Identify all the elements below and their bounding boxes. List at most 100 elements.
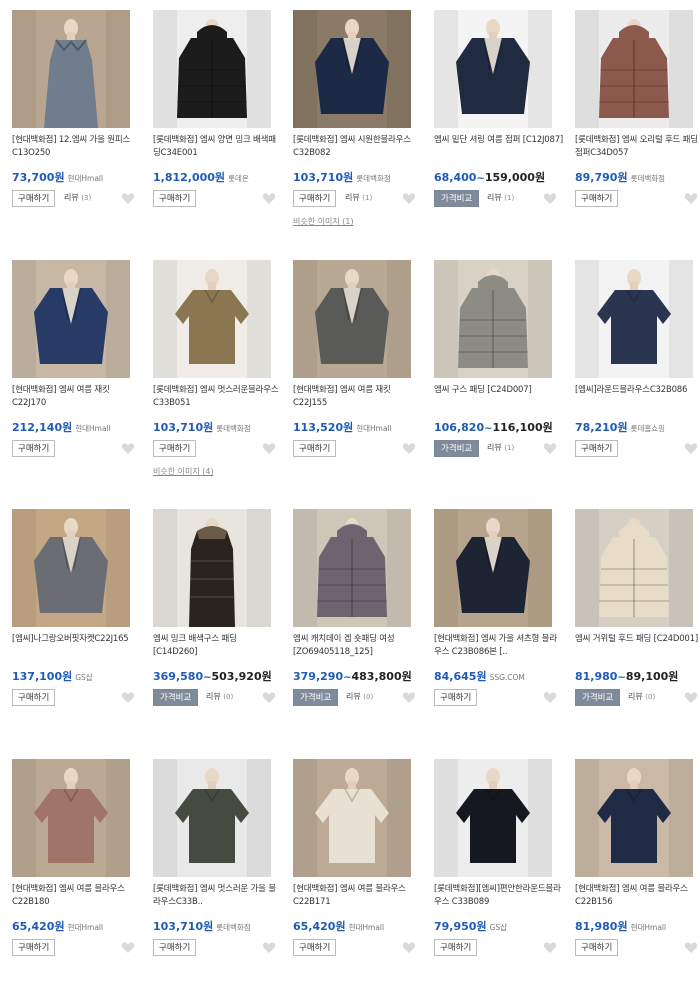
compare-price-button[interactable]: 가격비교 [293, 689, 339, 706]
product-image[interactable] [12, 759, 130, 877]
product-image[interactable] [575, 509, 693, 627]
product-title[interactable]: [롯데백화점] 엠씨 오리털 후드 패딩점퍼C34D057 [575, 134, 700, 162]
buy-button[interactable]: 구매하기 [434, 939, 478, 956]
buy-button[interactable]: 구매하기 [434, 689, 478, 706]
product-card[interactable]: [현대백화점] 엠씨 여름 블라우스 C22B171 65,420원 현대Hmal… [293, 759, 423, 999]
product-card[interactable]: [현대백화점] 엠씨 여름 블라우스 C22B156 81,980원 현대Hmal… [575, 759, 700, 999]
product-image[interactable] [293, 10, 411, 128]
buy-button[interactable]: 구매하기 [12, 939, 56, 956]
product-image[interactable] [434, 10, 552, 128]
compare-price-button[interactable]: 가격비교 [153, 689, 199, 706]
product-title[interactable]: [현대백화점] 엠씨 여름 블라우스 C22B180 [12, 883, 142, 911]
heart-icon[interactable] [401, 939, 417, 955]
heart-icon[interactable] [261, 689, 277, 705]
heart-icon[interactable] [542, 689, 558, 705]
product-card[interactable]: [현대백화점] 12.엠씨 가을 원피스 C13O250 73,700원 현대Hm… [12, 10, 142, 250]
buy-button[interactable]: 구매하기 [293, 440, 337, 457]
review-link[interactable]: 리뷰 (1) [487, 192, 514, 203]
product-image[interactable] [12, 260, 130, 378]
product-card[interactable]: [엠씨]라운드블라우스C32B086 78,210원 롯데홈쇼핑 구매하기 [575, 260, 700, 500]
heart-icon[interactable] [683, 190, 699, 206]
compare-price-button[interactable]: 가격비교 [434, 440, 480, 457]
product-card[interactable]: 엠씨 캐치데이 겝 숏패딩 여성 [ZO69405118_125] 379,29… [293, 509, 423, 749]
product-card[interactable]: 엠씨 거위털 후드 패딩 [C24D001] 81,980~89,100원 가격… [575, 509, 700, 749]
review-link[interactable]: 리뷰 (3) [64, 192, 91, 203]
similar-images-link[interactable]: 비슷한 이미지 (4) [153, 466, 214, 477]
product-card[interactable]: [현대백화점] 엠씨 여름 블라우스 C22B180 65,420원 현대Hmal… [12, 759, 142, 999]
product-image[interactable] [434, 509, 552, 627]
heart-icon[interactable] [401, 190, 417, 206]
buy-button[interactable]: 구매하기 [12, 440, 56, 457]
heart-icon[interactable] [120, 440, 136, 456]
buy-button[interactable]: 구매하기 [153, 440, 197, 457]
product-title[interactable]: [현대백화점] 엠씨 가을 셔츠형 블라우스 C23B086본 [.. [434, 633, 564, 661]
product-title[interactable]: [롯데백화점] 엠씨 양면 밍크 배색패딩C34E001 [153, 134, 283, 162]
heart-icon[interactable] [683, 440, 699, 456]
product-image[interactable] [434, 759, 552, 877]
buy-button[interactable]: 구매하기 [575, 190, 619, 207]
buy-button[interactable]: 구매하기 [12, 689, 56, 706]
buy-button[interactable]: 구매하기 [575, 939, 619, 956]
product-image[interactable] [575, 759, 693, 877]
heart-icon[interactable] [542, 190, 558, 206]
product-image[interactable] [434, 260, 552, 378]
product-title[interactable]: 엠씨 밑단 셔링 여름 점퍼 [C12J087] [434, 134, 564, 162]
buy-button[interactable]: 구매하기 [12, 190, 56, 207]
review-link[interactable]: 리뷰 (1) [487, 442, 514, 453]
review-link[interactable]: 리뷰 (0) [206, 691, 233, 702]
product-image[interactable] [12, 10, 130, 128]
product-card[interactable]: [롯데백화점] 엠씨 오리털 후드 패딩점퍼C34D057 89,790원 롯데백… [575, 10, 700, 250]
product-title[interactable]: [롯데백화점] 엠씨 시원한블라우스C32B082 [293, 134, 423, 162]
product-title[interactable]: [현대백화점] 엠씨 여름 블라우스 C22B156 [575, 883, 700, 911]
product-card[interactable]: 엠씨 밍크 배색구스 패딩 [C14D260] 369,580~503,920원… [153, 509, 283, 749]
product-card[interactable]: [롯데백화점] 엠씨 양면 밍크 배색패딩C34E001 1,812,000원 롯… [153, 10, 283, 250]
product-image[interactable] [575, 10, 693, 128]
product-card[interactable]: [현대백화점] 엠씨 여름 재킷 C22J155 113,520원 현대Hmall… [293, 260, 423, 500]
product-card[interactable]: 엠씨 구스 패딩 [C24D007] 106,820~116,100원 가격비교… [434, 260, 564, 500]
product-image[interactable] [293, 260, 411, 378]
product-image[interactable] [293, 759, 411, 877]
product-image[interactable] [293, 509, 411, 627]
buy-button[interactable]: 구매하기 [293, 939, 337, 956]
heart-icon[interactable] [401, 689, 417, 705]
product-card[interactable]: [롯데백화점] 엠씨 멋스러운 가을 블라우스C33B.. 103,710원 롯데… [153, 759, 283, 999]
product-title[interactable]: 엠씨 캐치데이 겝 숏패딩 여성 [ZO69405118_125] [293, 633, 423, 661]
product-image[interactable] [575, 260, 693, 378]
product-card[interactable]: [엠씨]나그랑오버핏자켓C22J165 137,100원 GS샵 구매하기 [12, 509, 142, 749]
product-title[interactable]: [롯데백화점][엠씨]편안한라운드블라우스 C33B089 [434, 883, 564, 911]
product-title[interactable]: 엠씨 거위털 후드 패딩 [C24D001] [575, 633, 700, 661]
product-card[interactable]: [현대백화점] 엠씨 가을 셔츠형 블라우스 C23B086본 [.. 84,6… [434, 509, 564, 749]
product-image[interactable] [153, 509, 271, 627]
heart-icon[interactable] [683, 939, 699, 955]
buy-button[interactable]: 구매하기 [293, 190, 337, 207]
buy-button[interactable]: 구매하기 [153, 939, 197, 956]
buy-button[interactable]: 구매하기 [575, 440, 619, 457]
similar-images-link[interactable]: 비슷한 이미지 (1) [293, 216, 354, 227]
product-image[interactable] [153, 10, 271, 128]
product-card[interactable]: [롯데백화점][엠씨]편안한라운드블라우스 C33B089 79,950원 GS샵… [434, 759, 564, 999]
product-title[interactable]: [현대백화점] 12.엠씨 가을 원피스 C13O250 [12, 134, 142, 162]
product-title[interactable]: [롯데백화점] 엠씨 멋스러운 가을 블라우스C33B.. [153, 883, 283, 911]
product-title[interactable]: [롯데백화점] 엠씨 멋스러운블라우스C33B051 [153, 384, 283, 412]
buy-button[interactable]: 구매하기 [153, 190, 197, 207]
heart-icon[interactable] [401, 440, 417, 456]
product-card[interactable]: [현대백화점] 엠씨 여름 재킷 C22J170 212,140원 현대Hmall… [12, 260, 142, 500]
heart-icon[interactable] [261, 939, 277, 955]
heart-icon[interactable] [542, 440, 558, 456]
product-image[interactable] [153, 759, 271, 877]
product-title[interactable]: [엠씨]나그랑오버핏자켓C22J165 [12, 633, 142, 661]
review-link[interactable]: 리뷰 (1) [345, 192, 372, 203]
product-title[interactable]: [엠씨]라운드블라우스C32B086 [575, 384, 700, 412]
heart-icon[interactable] [683, 689, 699, 705]
heart-icon[interactable] [542, 939, 558, 955]
heart-icon[interactable] [120, 689, 136, 705]
heart-icon[interactable] [261, 190, 277, 206]
compare-price-button[interactable]: 가격비교 [575, 689, 621, 706]
review-link[interactable]: 리뷰 (0) [628, 691, 655, 702]
product-card[interactable]: [롯데백화점] 엠씨 멋스러운블라우스C33B051 103,710원 롯데백화점… [153, 260, 283, 500]
review-link[interactable]: 리뷰 (0) [346, 691, 373, 702]
product-card[interactable]: [롯데백화점] 엠씨 시원한블라우스C32B082 103,710원 롯데백화점 … [293, 10, 423, 250]
product-title[interactable]: [현대백화점] 엠씨 여름 블라우스 C22B171 [293, 883, 423, 911]
heart-icon[interactable] [120, 939, 136, 955]
heart-icon[interactable] [261, 440, 277, 456]
